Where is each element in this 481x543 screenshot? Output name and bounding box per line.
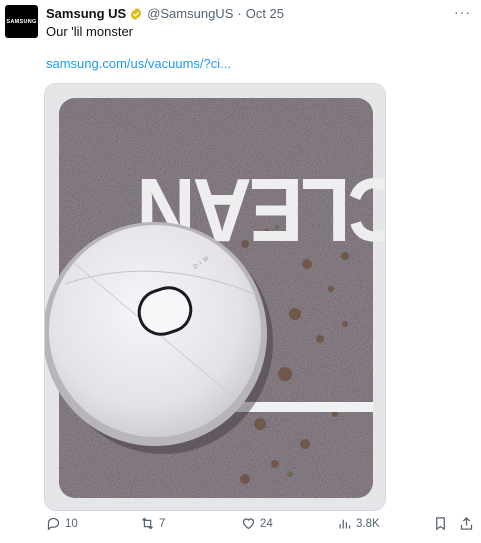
heart-icon	[242, 518, 255, 530]
tweet-text: Our 'lil monster	[46, 24, 134, 39]
bookmark-icon	[436, 517, 445, 531]
vacuum-poster: CLEAN DIM	[45, 84, 385, 510]
more-options-icon[interactable]: ···	[454, 4, 471, 20]
tweet-header: Samsung US @SamsungUS · Oct 25	[46, 6, 284, 22]
repost-button[interactable]: 7	[140, 516, 165, 531]
verified-badge-icon	[131, 7, 142, 21]
author-handle[interactable]: @SamsungUS	[147, 6, 233, 22]
share-button[interactable]	[459, 516, 474, 531]
avatar-logo-text: SAMSUNG	[6, 18, 37, 25]
views-button[interactable]: 3.8K	[337, 516, 380, 531]
repost-icon	[142, 517, 153, 530]
like-button[interactable]: 24	[241, 516, 273, 531]
bookmark-button[interactable]	[433, 516, 448, 531]
repost-count: 7	[159, 517, 166, 530]
views-chart-icon	[339, 519, 351, 529]
like-count: 24	[260, 517, 273, 530]
share-icon	[460, 516, 473, 530]
avatar[interactable]: SAMSUNG	[5, 5, 38, 38]
author-name[interactable]: Samsung US	[46, 6, 126, 22]
tweet-link[interactable]: samsung.com/us/vacuums/?ci...	[46, 56, 231, 72]
separator-dot: ·	[237, 6, 242, 21]
views-count: 3.8K	[356, 517, 380, 530]
reply-count: 10	[65, 517, 78, 530]
tweet-actions: 10 7 24 3.8K	[0, 516, 481, 540]
tweet-date[interactable]: Oct 25	[246, 6, 284, 22]
reply-icon	[47, 517, 60, 531]
reply-button[interactable]: 10	[46, 516, 78, 531]
tweet-media-image[interactable]: CLEAN DIM	[44, 83, 386, 511]
